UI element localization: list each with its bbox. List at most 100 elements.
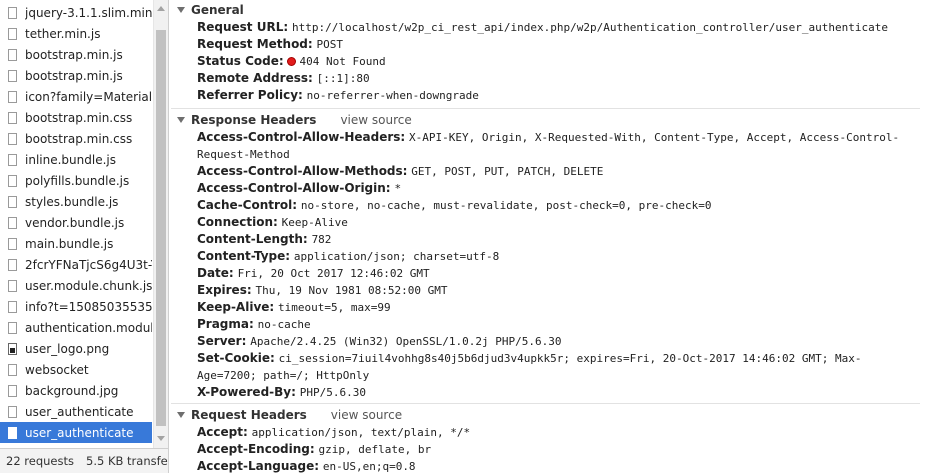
request-name: polyfills.bundle.js	[25, 173, 130, 188]
request-name: bootstrap.min.js	[25, 68, 123, 83]
header-value: PHP/5.6.30	[299, 386, 366, 399]
request-list-item[interactable]: bootstrap.min.css	[0, 107, 152, 128]
general-section-title: General	[191, 2, 244, 17]
header-name: Accept:	[197, 425, 248, 439]
request-name: bootstrap.min.css	[25, 110, 133, 125]
request-list-item[interactable]: vendor.bundle.js	[0, 212, 152, 233]
request-list-item[interactable]: user_authenticate	[0, 401, 152, 422]
file-icon	[8, 384, 17, 397]
header-row: Accept: application/json, text/plain, */…	[197, 424, 919, 441]
request-view-source-link[interactable]: view source	[331, 408, 402, 422]
request-list-item[interactable]: info?t=1508503553564	[0, 296, 152, 317]
header-row: Access-Control-Allow-Headers: X-API-KEY,…	[197, 129, 919, 163]
request-list-item[interactable]: authentication.module.chunk.js	[0, 317, 152, 338]
header-row: Request URL: http://localhost/w2p_ci_res…	[197, 19, 919, 36]
header-row: Status Code: 404 Not Found	[197, 53, 919, 70]
header-row: Access-Control-Allow-Origin: *	[197, 180, 919, 197]
request-list-item[interactable]: styles.bundle.js	[0, 191, 152, 212]
response-view-source-link[interactable]: view source	[340, 113, 411, 127]
request-list-panel: jquery-3.1.1.slim.min.js tether.min.js boo…	[0, 0, 169, 473]
header-value: 782	[311, 233, 332, 246]
headers-panel: General Request URL: http://localhost/w2…	[169, 0, 936, 473]
request-list-item[interactable]: inline.bundle.js	[0, 149, 152, 170]
request-list-item[interactable]: 2fcrYFNaTjcS6g4U3t-Y5	[0, 254, 152, 275]
file-icon	[8, 132, 17, 145]
file-icon	[8, 153, 17, 166]
request-list: jquery-3.1.1.slim.min.js tether.min.js boo…	[0, 0, 152, 448]
header-name: Cache-Control:	[197, 198, 298, 212]
request-name: bootstrap.min.js	[25, 47, 123, 62]
file-icon	[8, 405, 17, 418]
header-row: Expires: Thu, 19 Nov 1981 08:52:00 GMT	[197, 282, 919, 299]
request-list-item[interactable]: bootstrap.min.css	[0, 128, 152, 149]
collapse-triangle-icon[interactable]	[177, 411, 185, 418]
file-icon	[8, 363, 17, 376]
request-list-item[interactable]: tether.min.js	[0, 23, 152, 44]
header-value: timeout=5, max=99	[278, 301, 391, 314]
request-list-item[interactable]: bootstrap.min.js	[0, 65, 152, 86]
header-name: Content-Type:	[197, 249, 291, 263]
request-name: websocket	[25, 362, 89, 377]
header-value: ci_session=7iuil4vohhg8s40j5b6djud3v4upk…	[197, 352, 862, 382]
header-name: Keep-Alive:	[197, 300, 275, 314]
response-headers-section-header[interactable]: Response Headers view source	[169, 111, 920, 128]
header-row: Pragma: no-cache	[197, 316, 919, 333]
collapse-triangle-icon[interactable]	[177, 6, 185, 13]
request-name: authentication.module.chunk.js	[25, 320, 152, 335]
request-list-item[interactable]: user_authenticate	[0, 422, 152, 443]
request-list-item[interactable]: bootstrap.min.js	[0, 44, 152, 65]
header-name: Accept-Language:	[197, 459, 320, 473]
file-icon	[8, 279, 17, 292]
request-list-item[interactable]: user_logo.png	[0, 338, 152, 359]
request-name: bootstrap.min.css	[25, 131, 133, 146]
header-row: X-Powered-By: PHP/5.6.30	[197, 384, 919, 401]
header-name: X-Powered-By:	[197, 385, 296, 399]
header-row: Date: Fri, 20 Oct 2017 12:46:02 GMT	[197, 265, 919, 282]
request-name: vendor.bundle.js	[25, 215, 125, 230]
request-headers-section-header[interactable]: Request Headers view source	[169, 406, 920, 423]
header-row: Content-Length: 782	[197, 231, 919, 248]
file-icon	[8, 48, 17, 61]
request-list-item[interactable]: background.jpg	[0, 380, 152, 401]
request-name: 2fcrYFNaTjcS6g4U3t-Y5	[25, 257, 152, 272]
scroll-thumb[interactable]	[156, 30, 166, 426]
header-name: Request Method:	[197, 37, 313, 51]
scroll-down-arrow-icon[interactable]	[157, 436, 165, 441]
request-list-item[interactable]: user.module.chunk.js	[0, 275, 152, 296]
header-name: Request URL:	[197, 20, 289, 34]
request-list-item[interactable]: jquery-3.1.1.slim.min.js	[0, 2, 152, 23]
response-headers-title: Response Headers	[191, 112, 317, 127]
header-name: Access-Control-Allow-Headers:	[197, 130, 406, 144]
file-icon	[8, 300, 17, 313]
request-name: user_authenticate	[25, 404, 134, 419]
header-name: Expires:	[197, 283, 252, 297]
request-list-item[interactable]: polyfills.bundle.js	[0, 170, 152, 191]
header-value: http://localhost/w2p_ci_rest_api/index.p…	[291, 21, 888, 34]
header-value: POST	[316, 38, 344, 51]
request-list-item[interactable]: main.bundle.js	[0, 233, 152, 254]
header-name: Connection:	[197, 215, 278, 229]
header-row: Accept-Encoding: gzip, deflate, br	[197, 441, 919, 458]
file-icon	[8, 69, 17, 82]
request-name: user.module.chunk.js	[25, 278, 152, 293]
status-dot-icon	[287, 57, 297, 66]
header-name: Status Code:	[197, 54, 284, 68]
file-icon	[8, 6, 17, 19]
header-value: Thu, 19 Nov 1981 08:52:00 GMT	[255, 284, 448, 297]
file-icon	[8, 237, 17, 250]
collapse-triangle-icon[interactable]	[177, 116, 185, 123]
request-name: jquery-3.1.1.slim.min.js	[25, 5, 152, 20]
header-row: Keep-Alive: timeout=5, max=99	[197, 299, 919, 316]
header-name: Accept-Encoding:	[197, 442, 315, 456]
request-list-item[interactable]: icon?family=Material+Icons	[0, 86, 152, 107]
request-list-scrollbar[interactable]	[153, 0, 168, 448]
header-name: Content-Length:	[197, 232, 308, 246]
request-name: info?t=1508503553564	[25, 299, 152, 314]
scroll-up-arrow-icon[interactable]	[157, 6, 165, 11]
header-value: en-US,en;q=0.8	[322, 460, 416, 473]
header-row: Content-Type: application/json; charset=…	[197, 248, 919, 265]
request-name: user_logo.png	[25, 341, 110, 356]
request-list-item[interactable]: websocket	[0, 359, 152, 380]
general-section-header[interactable]: General	[169, 1, 920, 18]
header-name: Set-Cookie:	[197, 351, 275, 365]
